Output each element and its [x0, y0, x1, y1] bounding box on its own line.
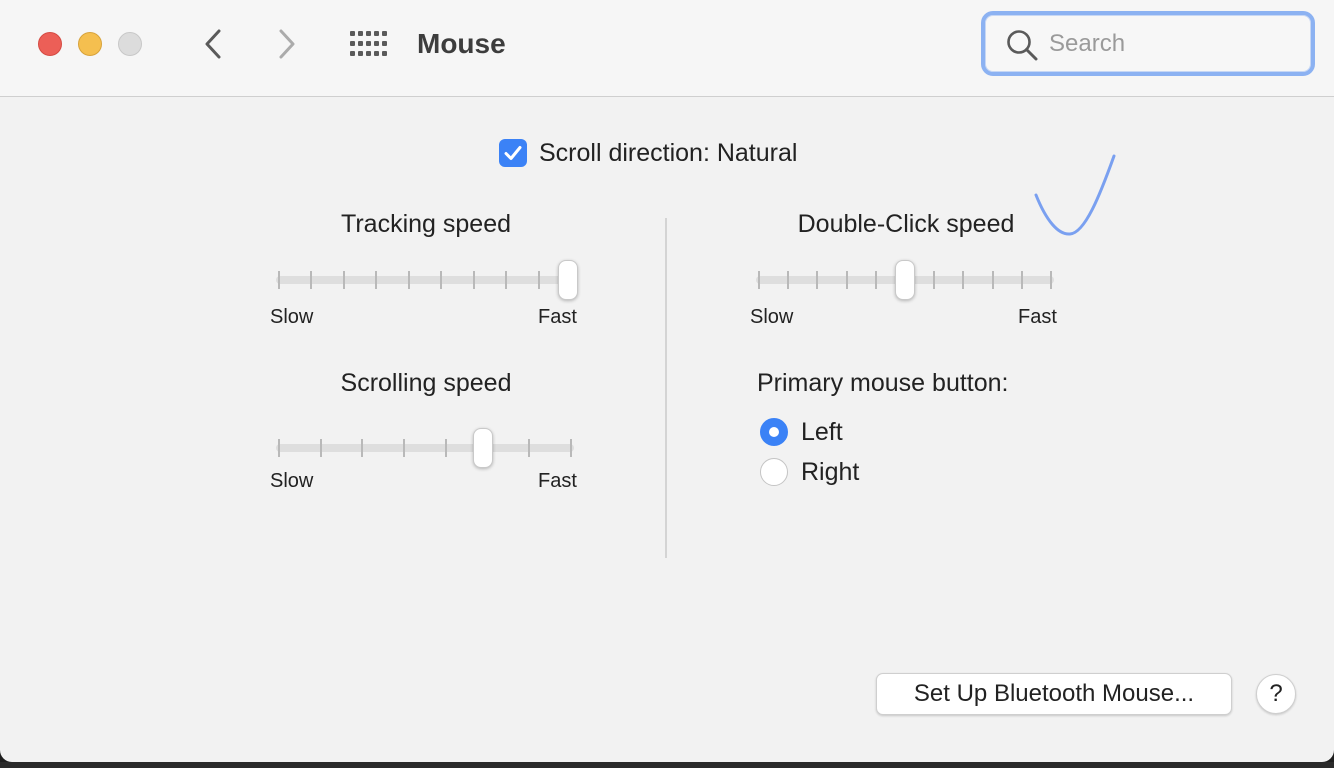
chevron-left-icon[interactable] — [198, 26, 228, 62]
search-input[interactable] — [1049, 25, 1279, 63]
slider-tick — [537, 271, 540, 289]
primary-button-heading: Primary mouse button: — [757, 369, 1009, 397]
scrolling-fast-label: Fast — [538, 470, 577, 492]
chevron-right-icon[interactable] — [272, 26, 302, 62]
setup-bluetooth-mouse-button[interactable]: Set Up Bluetooth Mouse... — [876, 673, 1232, 715]
toolbar: Mouse — [0, 0, 1334, 97]
slider-tick — [505, 271, 508, 289]
close-button[interactable] — [38, 32, 62, 56]
radio-left-label: Left — [801, 417, 843, 446]
slider-tick — [319, 439, 322, 457]
slider-tick — [472, 271, 475, 289]
slider-tick — [440, 271, 443, 289]
window-title: Mouse — [417, 28, 506, 59]
double-click-speed-heading: Double-Click speed — [797, 210, 1015, 238]
slider-tick — [403, 439, 406, 457]
slider-tick — [375, 271, 378, 289]
double-click-slow-label: Slow — [750, 306, 794, 328]
slider-knob[interactable] — [895, 260, 915, 300]
tracking-speed-slider[interactable] — [276, 260, 578, 300]
tracking-slow-label: Slow — [270, 306, 314, 328]
slider-tick — [816, 271, 819, 289]
radio-left[interactable]: Left — [760, 416, 843, 448]
slider-tick — [361, 439, 364, 457]
slider-tick — [758, 271, 760, 289]
slider-tick — [278, 439, 280, 457]
slider-tick — [1020, 271, 1023, 289]
slider-tick — [570, 439, 572, 457]
radio-right-label: Right — [801, 457, 860, 486]
help-button[interactable]: ? — [1256, 674, 1296, 714]
slider-tick — [962, 271, 965, 289]
radio-right[interactable]: Right — [760, 456, 859, 488]
search-field[interactable] — [981, 11, 1315, 76]
scrolling-speed-slider[interactable] — [276, 428, 574, 468]
scroll-direction-checkbox[interactable] — [499, 139, 527, 167]
scrolling-speed-heading: Scrolling speed — [340, 369, 512, 397]
slider-tick — [528, 439, 531, 457]
tracking-speed-heading: Tracking speed — [341, 210, 511, 238]
slider-tick — [874, 271, 877, 289]
slider-tick — [278, 271, 280, 289]
slider-tick — [991, 271, 994, 289]
slider-knob[interactable] — [473, 428, 494, 468]
slider-tick — [845, 271, 848, 289]
double-click-fast-label: Fast — [1018, 306, 1057, 328]
pen-stroke-annotation — [1034, 154, 1116, 236]
double-click-speed-slider[interactable] — [756, 260, 1054, 300]
tracking-fast-label: Fast — [538, 306, 577, 328]
scroll-direction-label: Scroll direction: Natural — [539, 138, 798, 167]
column-divider — [665, 218, 667, 558]
search-icon — [1007, 30, 1038, 61]
slider-tick — [444, 439, 447, 457]
minimize-button[interactable] — [78, 32, 102, 56]
slider-track — [276, 276, 574, 284]
slider-knob[interactable] — [558, 260, 578, 300]
scroll-direction-row[interactable]: Scroll direction: Natural — [499, 137, 797, 169]
radio-left-button[interactable] — [760, 418, 788, 446]
radio-right-button[interactable] — [760, 458, 788, 486]
slider-tick — [407, 271, 410, 289]
slider-tick — [310, 271, 313, 289]
slider-tick — [1050, 271, 1052, 289]
slider-tick — [933, 271, 936, 289]
checkmark-icon — [504, 146, 522, 160]
preferences-window: Mouse Scroll direction: Natural Tracking… — [0, 0, 1334, 762]
zoom-button[interactable] — [118, 32, 142, 56]
dock-strip — [0, 762, 1334, 768]
radio-dot — [769, 427, 779, 437]
grid-icon[interactable] — [350, 31, 388, 57]
slider-tick — [787, 271, 790, 289]
slider-tick — [342, 271, 345, 289]
scrolling-slow-label: Slow — [270, 470, 314, 492]
